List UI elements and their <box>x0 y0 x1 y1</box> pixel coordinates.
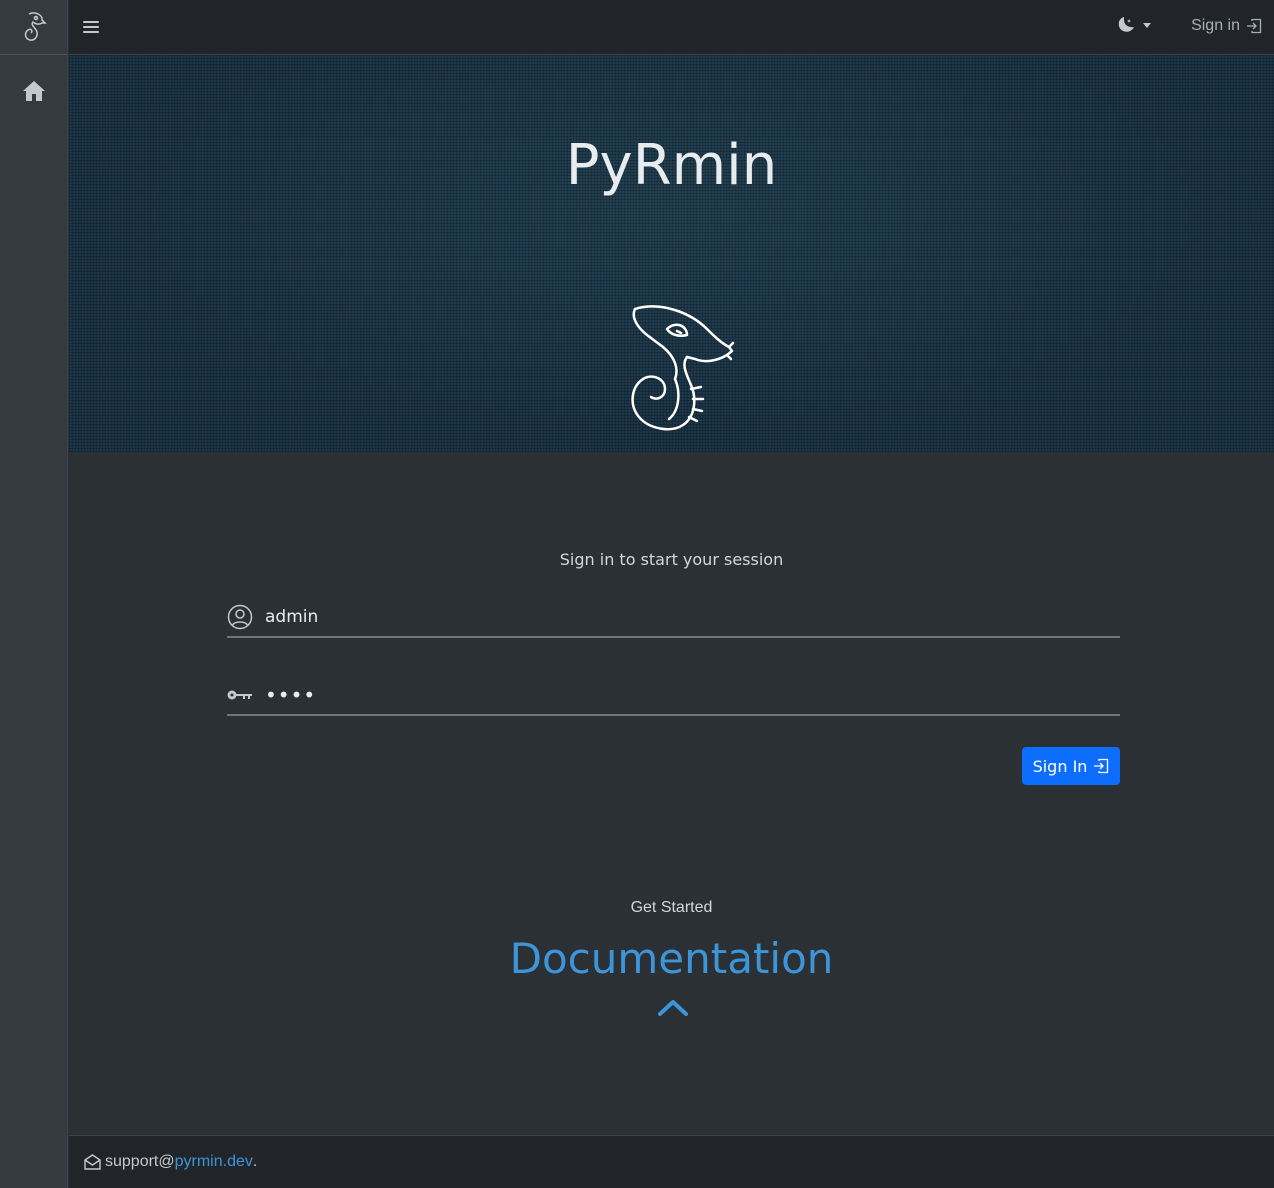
password-field-icon <box>227 689 261 701</box>
footer-support-link[interactable]: pyrmin.dev <box>175 1153 253 1171</box>
hero-banner: PyRmin <box>69 55 1274 452</box>
get-started-label: Get Started <box>630 899 713 916</box>
box-arrow-in-right-icon <box>1247 18 1262 34</box>
key-icon <box>227 690 252 700</box>
username-input[interactable] <box>261 607 1089 627</box>
sidebar-item-home[interactable] <box>0 55 67 127</box>
theme-toggle-button[interactable] <box>1117 16 1151 34</box>
sidebar <box>0 0 68 1188</box>
pyrmin-snake-logo-icon <box>631 305 735 431</box>
person-circle-icon <box>227 604 253 630</box>
box-arrow-in-right-icon <box>1094 758 1109 774</box>
top-navbar: Sign in <box>69 0 1274 55</box>
navbar-signin-label: Sign in <box>1191 17 1240 34</box>
password-input[interactable] <box>261 683 1089 707</box>
home-icon <box>22 81 45 101</box>
sign-in-button-label: Sign In <box>1032 756 1088 776</box>
brand-logo[interactable] <box>0 0 67 55</box>
navbar-signin-link[interactable]: Sign in <box>1191 17 1262 35</box>
chevron-up-icon[interactable] <box>656 996 690 1018</box>
username-field <box>227 598 1120 638</box>
footer: support@ pyrmin.dev. <box>69 1135 1274 1188</box>
documentation-link[interactable]: Documentation <box>69 934 1274 983</box>
login-message: Sign in to start your session <box>559 550 784 569</box>
username-field-icon <box>227 604 261 630</box>
page-title: PyRmin <box>565 133 778 198</box>
moon-stars-icon <box>1118 17 1134 32</box>
footer-support-prefix: support@ <box>105 1153 175 1170</box>
password-field <box>227 676 1120 716</box>
hamburger-menu-icon[interactable] <box>83 16 99 38</box>
footer-support-suffix: . <box>252 1153 258 1170</box>
pyrmin-snake-logo-icon <box>24 12 47 41</box>
sign-in-button[interactable]: Sign In <box>1022 747 1120 785</box>
envelope-open-icon <box>84 1154 101 1170</box>
chevron-down-icon <box>1143 22 1151 28</box>
